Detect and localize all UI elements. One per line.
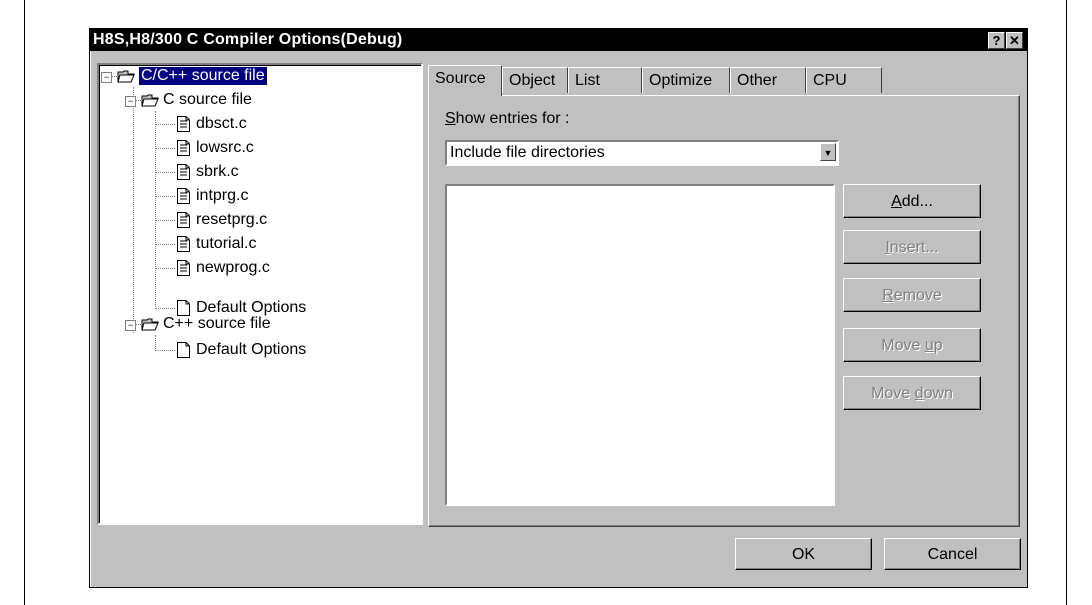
tree-item-label: newprog.c <box>196 259 270 276</box>
tree-item-file[interactable]: resetprg.c <box>177 209 267 231</box>
tree-item-cpp-source[interactable]: C++ source file <box>141 313 271 335</box>
tree-item-cpp-default-options[interactable]: Default Options <box>177 339 306 361</box>
tree-item-file[interactable]: sbrk.c <box>177 161 239 183</box>
tree-item-file[interactable]: lowsrc.c <box>177 137 254 159</box>
collapse-toggle[interactable]: − <box>101 72 112 83</box>
blank-document-icon <box>177 342 190 358</box>
open-folder-icon <box>141 94 159 107</box>
move-down-button[interactable]: Move down <box>843 376 981 410</box>
open-folder-icon <box>117 70 135 83</box>
text-document-icon <box>177 212 190 228</box>
tree-item-file[interactable]: tutorial.c <box>177 233 256 255</box>
tab-cpu[interactable]: CPU <box>806 67 882 93</box>
insert-button[interactable]: Insert... <box>843 230 981 264</box>
show-entries-dropdown[interactable]: Include file directories ▼ <box>445 140 839 166</box>
collapse-toggle[interactable]: − <box>125 320 136 331</box>
source-tab-panel: Show entries for : Include file director… <box>428 95 1020 527</box>
tab-source[interactable]: Source <box>428 65 502 96</box>
tree-connector <box>155 172 175 173</box>
tree-item-file[interactable]: newprog.c <box>177 257 270 279</box>
tree-connector <box>155 350 175 351</box>
tree-item-root[interactable]: C/C++ source file <box>117 65 267 87</box>
collapse-toggle[interactable]: − <box>125 96 136 107</box>
page-margin-line-left <box>24 0 25 605</box>
source-file-tree[interactable]: − C/C++ source file − C source file dbsc… <box>97 63 423 525</box>
show-entries-label: Show entries for : <box>445 110 570 127</box>
close-icon[interactable]: ✕ <box>1006 32 1023 49</box>
tree-item-file[interactable]: intprg.c <box>177 185 248 207</box>
tab-object[interactable]: Object <box>502 67 568 93</box>
tree-item-label: intprg.c <box>196 187 249 204</box>
directories-list[interactable] <box>445 184 835 506</box>
tree-connector <box>155 244 175 245</box>
tab-optimize[interactable]: Optimize <box>642 67 730 93</box>
compiler-options-dialog: H8S,H8/300 C Compiler Options(Debug) ? ✕… <box>89 28 1028 588</box>
chevron-down-icon[interactable]: ▼ <box>820 143 836 161</box>
tree-item-label: dbsct.c <box>196 115 247 132</box>
page-margin-line-right <box>1066 0 1067 605</box>
tree-connector <box>155 124 175 125</box>
text-document-icon <box>177 188 190 204</box>
tab-list[interactable]: List <box>568 67 642 93</box>
help-icon[interactable]: ? <box>988 32 1005 49</box>
move-up-button[interactable]: Move up <box>843 328 981 362</box>
tree-item-label: lowsrc.c <box>196 139 254 156</box>
tree-connector <box>155 111 156 309</box>
tree-connector <box>155 308 175 309</box>
tree-connector <box>155 268 175 269</box>
tree-item-label: tutorial.c <box>196 235 257 252</box>
text-document-icon <box>177 116 190 132</box>
tree-connector <box>155 220 175 221</box>
dropdown-value: Include file directories <box>450 144 605 161</box>
add-button[interactable]: Add... <box>843 184 981 218</box>
tree-connector <box>155 196 175 197</box>
tree-item-label: C++ source file <box>163 315 271 332</box>
tree-connector <box>155 148 175 149</box>
open-folder-icon <box>141 318 159 331</box>
text-document-icon <box>177 260 190 276</box>
tab-other[interactable]: Other <box>730 67 806 93</box>
remove-button[interactable]: Remove <box>843 278 981 312</box>
tree-item-label: C/C++ source file <box>139 67 267 85</box>
text-document-icon <box>177 236 190 252</box>
title-bar[interactable]: H8S,H8/300 C Compiler Options(Debug) ? ✕ <box>90 29 1027 51</box>
tree-connector <box>155 335 156 351</box>
text-document-icon <box>177 140 190 156</box>
ok-button[interactable]: OK <box>735 538 872 570</box>
window-title: H8S,H8/300 C Compiler Options(Debug) <box>93 31 403 48</box>
tree-item-label: sbrk.c <box>196 163 239 180</box>
tree-connector <box>133 87 134 333</box>
tree-item-label: resetprg.c <box>196 211 268 228</box>
cancel-button[interactable]: Cancel <box>884 538 1021 570</box>
text-document-icon <box>177 164 190 180</box>
tree-item-file[interactable]: dbsct.c <box>177 113 247 135</box>
tree-item-label: Default Options <box>196 341 307 358</box>
tree-item-label: C source file <box>163 91 252 108</box>
tree-item-c-source[interactable]: C source file <box>141 89 252 111</box>
